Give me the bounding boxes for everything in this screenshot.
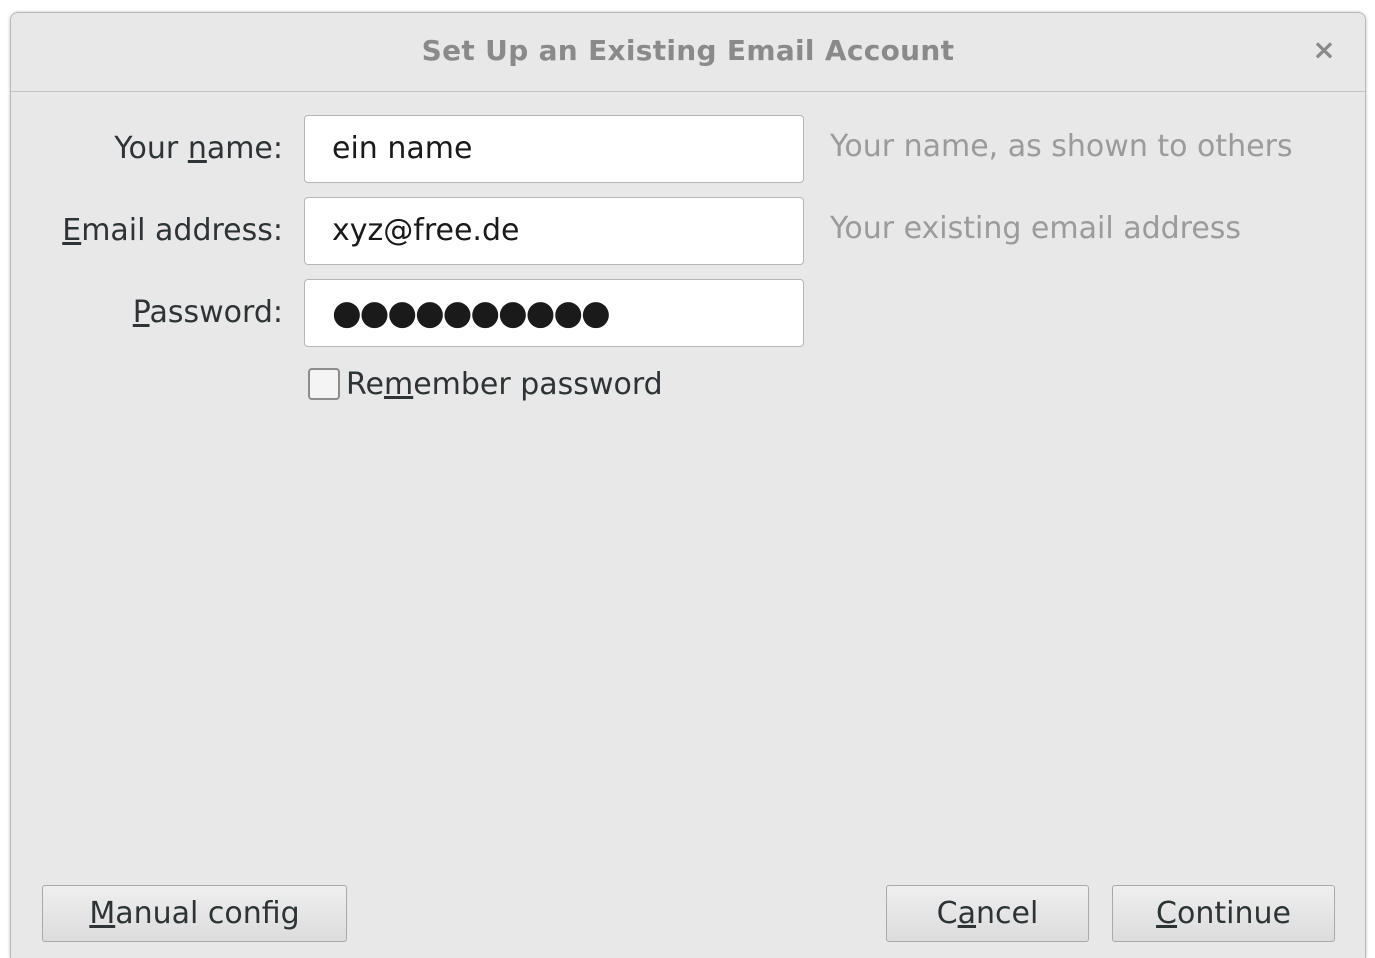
email-field[interactable]: xyz@free.de xyxy=(304,197,804,265)
name-label: Your name: xyxy=(114,131,283,166)
background-window-edge-left xyxy=(0,0,10,957)
dialog-titlebar: Set Up an Existing Email Account × xyxy=(11,13,1365,92)
name-label-text-rest: ame: xyxy=(206,131,283,166)
continue-mnemonic: C xyxy=(1156,896,1177,931)
remember-label-text: Re xyxy=(346,366,384,402)
name-field[interactable]: ein name xyxy=(304,115,804,183)
email-label: Email address: xyxy=(62,213,283,248)
close-icon[interactable]: × xyxy=(1309,33,1339,67)
email-label-text-rest: mail address: xyxy=(81,213,283,248)
remember-label-mnemonic: m xyxy=(383,366,414,402)
name-label-text: Your xyxy=(114,131,188,166)
remember-password-checkbox[interactable] xyxy=(308,368,340,400)
continue-label-post: ontinue xyxy=(1177,896,1291,931)
email-hint: Your existing email address xyxy=(830,211,1242,246)
manual-config-mnemonic: M xyxy=(89,896,116,931)
cancel-label-pre: C xyxy=(936,896,958,931)
password-field[interactable]: ●●●●●●●●●● xyxy=(304,279,804,347)
password-label: Password: xyxy=(133,295,283,330)
remember-password-row[interactable]: Remember password xyxy=(308,367,663,402)
name-hint: Your name, as shown to others xyxy=(830,129,1293,164)
remember-password-label[interactable]: Remember password xyxy=(346,367,663,402)
manual-config-label-post: anual config xyxy=(115,896,300,931)
password-label-text-rest: assword: xyxy=(149,295,284,330)
password-label-mnemonic: P xyxy=(132,295,150,330)
account-setup-dialog: Set Up an Existing Email Account × Your … xyxy=(10,12,1366,958)
cancel-button[interactable]: Cancel xyxy=(886,885,1089,942)
cancel-label-post: ncel xyxy=(976,896,1039,931)
dialog-title: Set Up an Existing Email Account xyxy=(421,34,955,67)
manual-config-button[interactable]: Manual config xyxy=(42,885,347,942)
cancel-mnemonic: a xyxy=(957,896,977,931)
continue-button[interactable]: Continue xyxy=(1112,885,1335,942)
name-label-mnemonic: n xyxy=(187,131,207,166)
remember-label-text-rest: ember password xyxy=(413,366,663,402)
email-label-mnemonic: E xyxy=(62,213,82,248)
